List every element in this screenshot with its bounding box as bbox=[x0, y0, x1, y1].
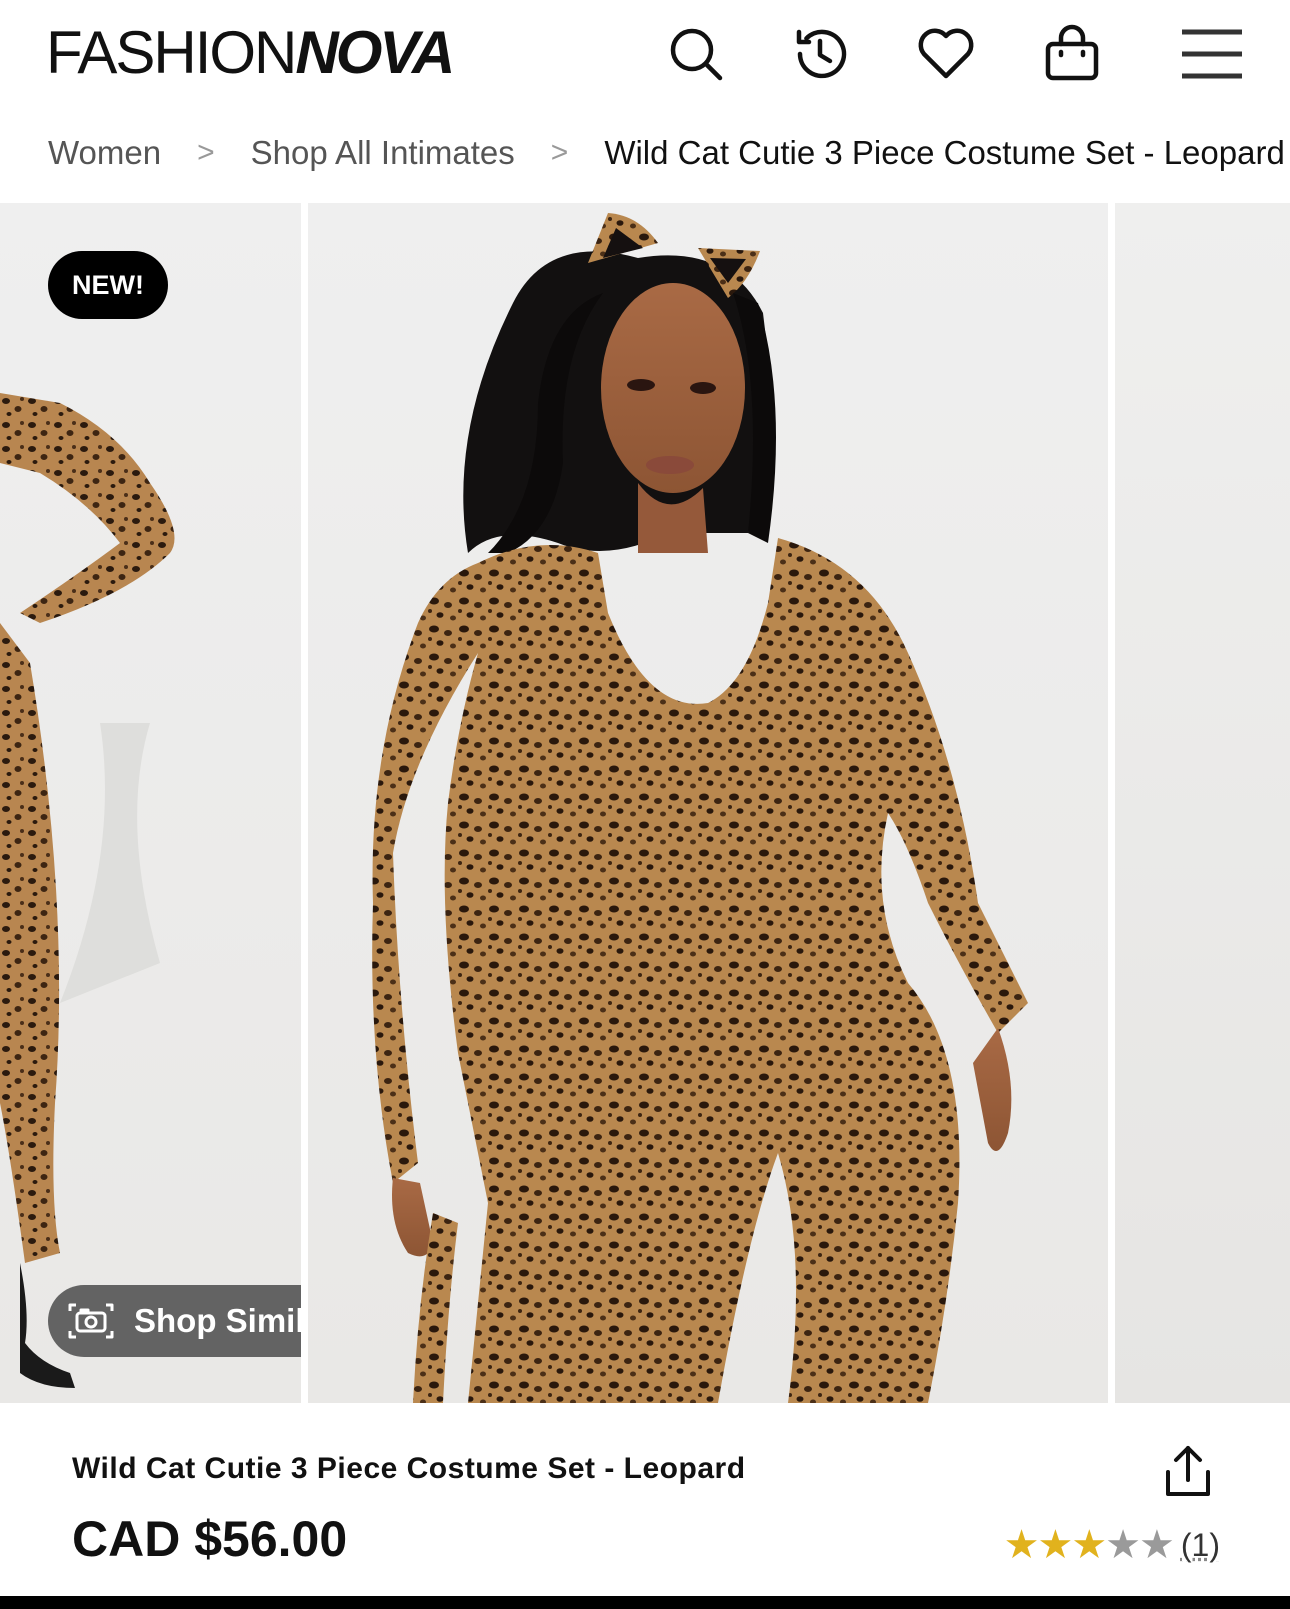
breadcrumb-shop-all-intimates[interactable]: Shop All Intimates bbox=[251, 134, 515, 172]
review-count[interactable]: (1) bbox=[1181, 1527, 1220, 1564]
shop-similar-button[interactable]: Shop Similar bbox=[48, 1285, 301, 1357]
star-empty-icon: ★ bbox=[1105, 1523, 1141, 1567]
breadcrumb-separator: > bbox=[197, 136, 215, 169]
gallery-slide-next[interactable] bbox=[1115, 203, 1290, 1403]
bag-icon[interactable] bbox=[1040, 22, 1104, 86]
brand-logo[interactable]: FASHION NOVA bbox=[46, 19, 455, 86]
logo-text-bold: NOVA bbox=[295, 19, 455, 86]
product-image-gallery[interactable]: NEW! Shop Similar bbox=[0, 203, 1290, 1403]
star-filled-icon: ★ bbox=[1037, 1523, 1073, 1567]
history-icon[interactable] bbox=[788, 22, 852, 86]
site-header: FASHION NOVA bbox=[0, 0, 1290, 110]
product-title: Wild Cat Cutie 3 Piece Costume Set - Leo… bbox=[72, 1452, 746, 1485]
star-filled-icon: ★ bbox=[1071, 1523, 1107, 1567]
share-icon bbox=[1166, 1446, 1210, 1496]
shop-similar-label: Shop Similar bbox=[134, 1302, 301, 1339]
model-silhouette-partial bbox=[0, 393, 175, 1388]
menu-icon[interactable] bbox=[1180, 22, 1244, 86]
rating-stars: ★★★★★ bbox=[1003, 1523, 1175, 1567]
heart-icon[interactable] bbox=[914, 22, 978, 86]
product-price: CAD $56.00 bbox=[72, 1511, 348, 1567]
breadcrumb-separator: > bbox=[550, 136, 569, 169]
gallery-slide-previous[interactable]: NEW! Shop Similar bbox=[0, 203, 301, 1403]
new-badge: NEW! bbox=[48, 251, 168, 319]
bottom-bar bbox=[0, 1596, 1290, 1609]
share-button[interactable] bbox=[1158, 1442, 1218, 1502]
gallery-slide-current[interactable] bbox=[308, 203, 1108, 1403]
breadcrumb-women[interactable]: Women bbox=[48, 134, 161, 172]
logo-text-thin: FASHION bbox=[46, 19, 297, 86]
breadcrumb-current-product: Wild Cat Cutie 3 Piece Costume Set - Leo… bbox=[604, 134, 1285, 171]
model-photo bbox=[372, 213, 1028, 1403]
camera-icon bbox=[68, 1303, 114, 1339]
search-icon[interactable] bbox=[664, 22, 728, 86]
star-filled-icon: ★ bbox=[1003, 1523, 1040, 1567]
star-empty-icon: ★ bbox=[1139, 1523, 1175, 1567]
breadcrumb: Women > Shop All Intimates > Wild Cat Cu… bbox=[0, 120, 1290, 186]
rating-summary[interactable]: ★★★★★ (1) bbox=[1004, 1525, 1220, 1565]
